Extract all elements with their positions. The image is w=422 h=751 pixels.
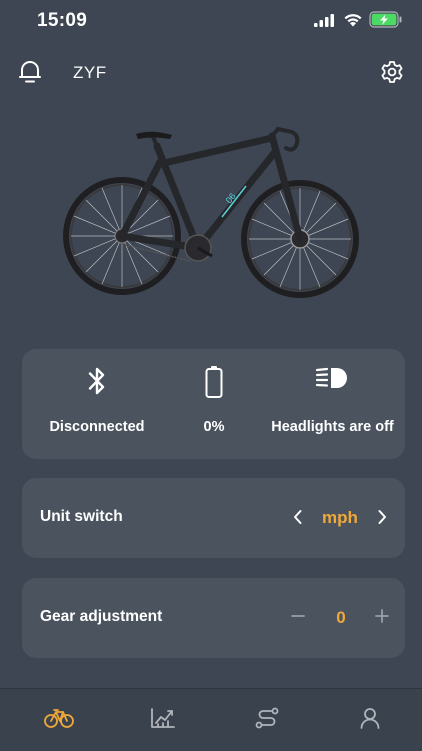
wifi-icon bbox=[344, 14, 362, 27]
profile-icon[interactable] bbox=[359, 707, 381, 729]
unit-switch-label: Unit switch bbox=[40, 508, 123, 525]
header: ZYF bbox=[0, 52, 422, 92]
settings-gear-icon[interactable] bbox=[380, 60, 404, 84]
user-name: ZYF bbox=[73, 63, 107, 82]
chart-icon[interactable] bbox=[150, 707, 176, 729]
bluetooth-status-text: Disconnected bbox=[49, 419, 145, 435]
status-card: Disconnected 0% Headlights are off bbox=[22, 349, 405, 459]
battery-charging-icon bbox=[369, 11, 402, 28]
gear-adjustment-label: Gear adjustment bbox=[40, 608, 163, 625]
chevron-right-icon[interactable] bbox=[376, 506, 388, 528]
route-icon[interactable] bbox=[254, 707, 280, 729]
battery-percentage-text: 0% bbox=[203, 419, 225, 435]
gear-adjustment-card: Gear adjustment 0 bbox=[22, 578, 405, 658]
chevron-left-icon[interactable] bbox=[292, 506, 304, 528]
bell-icon[interactable] bbox=[18, 59, 42, 85]
status-bar: 15:09 bbox=[0, 0, 422, 44]
gear-value: 0 bbox=[336, 608, 346, 627]
status-time: 15:09 bbox=[37, 10, 88, 31]
cellular-signal-icon bbox=[314, 14, 334, 27]
bike-icon[interactable] bbox=[44, 707, 74, 729]
unit-value: mph bbox=[322, 508, 358, 527]
minus-icon[interactable] bbox=[291, 609, 305, 623]
headlight-status[interactable]: Headlights are off bbox=[260, 349, 405, 459]
headlight-status-text: Headlights are off bbox=[271, 419, 394, 435]
bike-image: 06 bbox=[63, 126, 359, 298]
battery-level-icon bbox=[205, 366, 223, 398]
bluetooth-status[interactable]: Disconnected bbox=[22, 349, 172, 459]
headlight-icon bbox=[315, 367, 347, 388]
bottom-tab-bar bbox=[0, 688, 422, 751]
battery-status: 0% bbox=[155, 349, 273, 459]
plus-icon[interactable] bbox=[375, 609, 389, 623]
unit-switch-card: Unit switch mph bbox=[22, 478, 405, 558]
bluetooth-icon bbox=[88, 367, 105, 395]
